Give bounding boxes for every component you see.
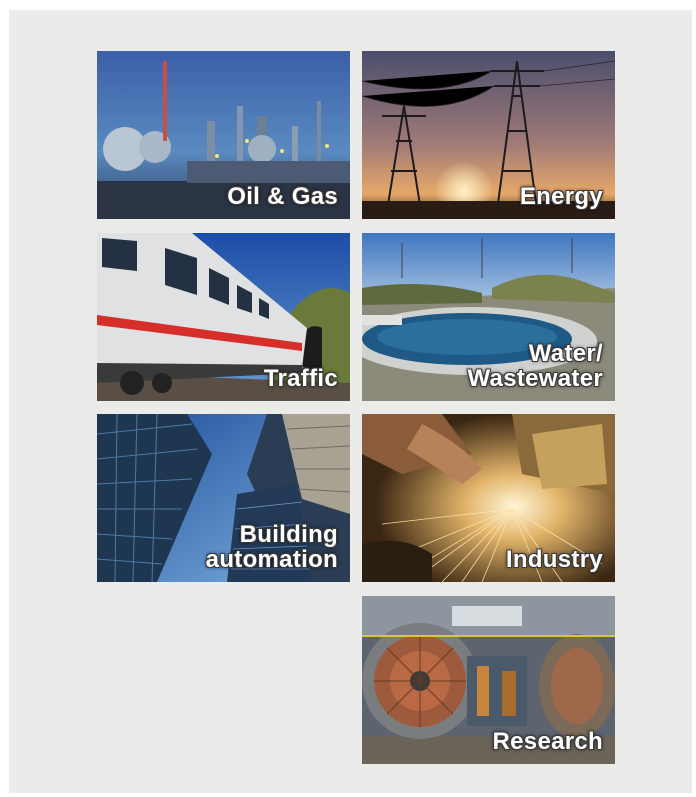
industry-label: Industry bbox=[505, 546, 603, 573]
tile-label: Energy bbox=[520, 184, 603, 209]
tile-label: Research bbox=[493, 729, 603, 754]
tile-traffic[interactable]: Traffic bbox=[97, 233, 350, 401]
tile-label: Traffic bbox=[264, 366, 338, 391]
tile-label: Industry bbox=[506, 547, 603, 572]
tile-energy[interactable]: Energy bbox=[362, 51, 615, 219]
tile-label: Water/ Wastewater bbox=[468, 341, 604, 391]
building-label-line2: automation bbox=[205, 546, 338, 573]
tile-industry[interactable]: Industry bbox=[362, 414, 615, 582]
tile-water-wastewater[interactable]: Water/ Wastewater bbox=[362, 233, 615, 401]
oil-gas-label: Oil & Gas bbox=[227, 183, 338, 210]
energy-label: Energy bbox=[519, 183, 603, 210]
traffic-label: Traffic bbox=[263, 365, 338, 392]
tile-research[interactable]: Research bbox=[362, 596, 615, 764]
water-label-line1: Water/ bbox=[528, 340, 603, 367]
building-label-line1: Building bbox=[239, 521, 338, 548]
tile-label: Building automation bbox=[206, 522, 338, 572]
water-label-line2: Wastewater bbox=[467, 365, 603, 392]
tile-oil-gas[interactable]: Oil & Gas bbox=[97, 51, 350, 219]
research-label: Research bbox=[492, 728, 603, 755]
tile-label: Oil & Gas bbox=[227, 184, 338, 209]
tile-building-automation[interactable]: Building automation bbox=[97, 414, 350, 582]
